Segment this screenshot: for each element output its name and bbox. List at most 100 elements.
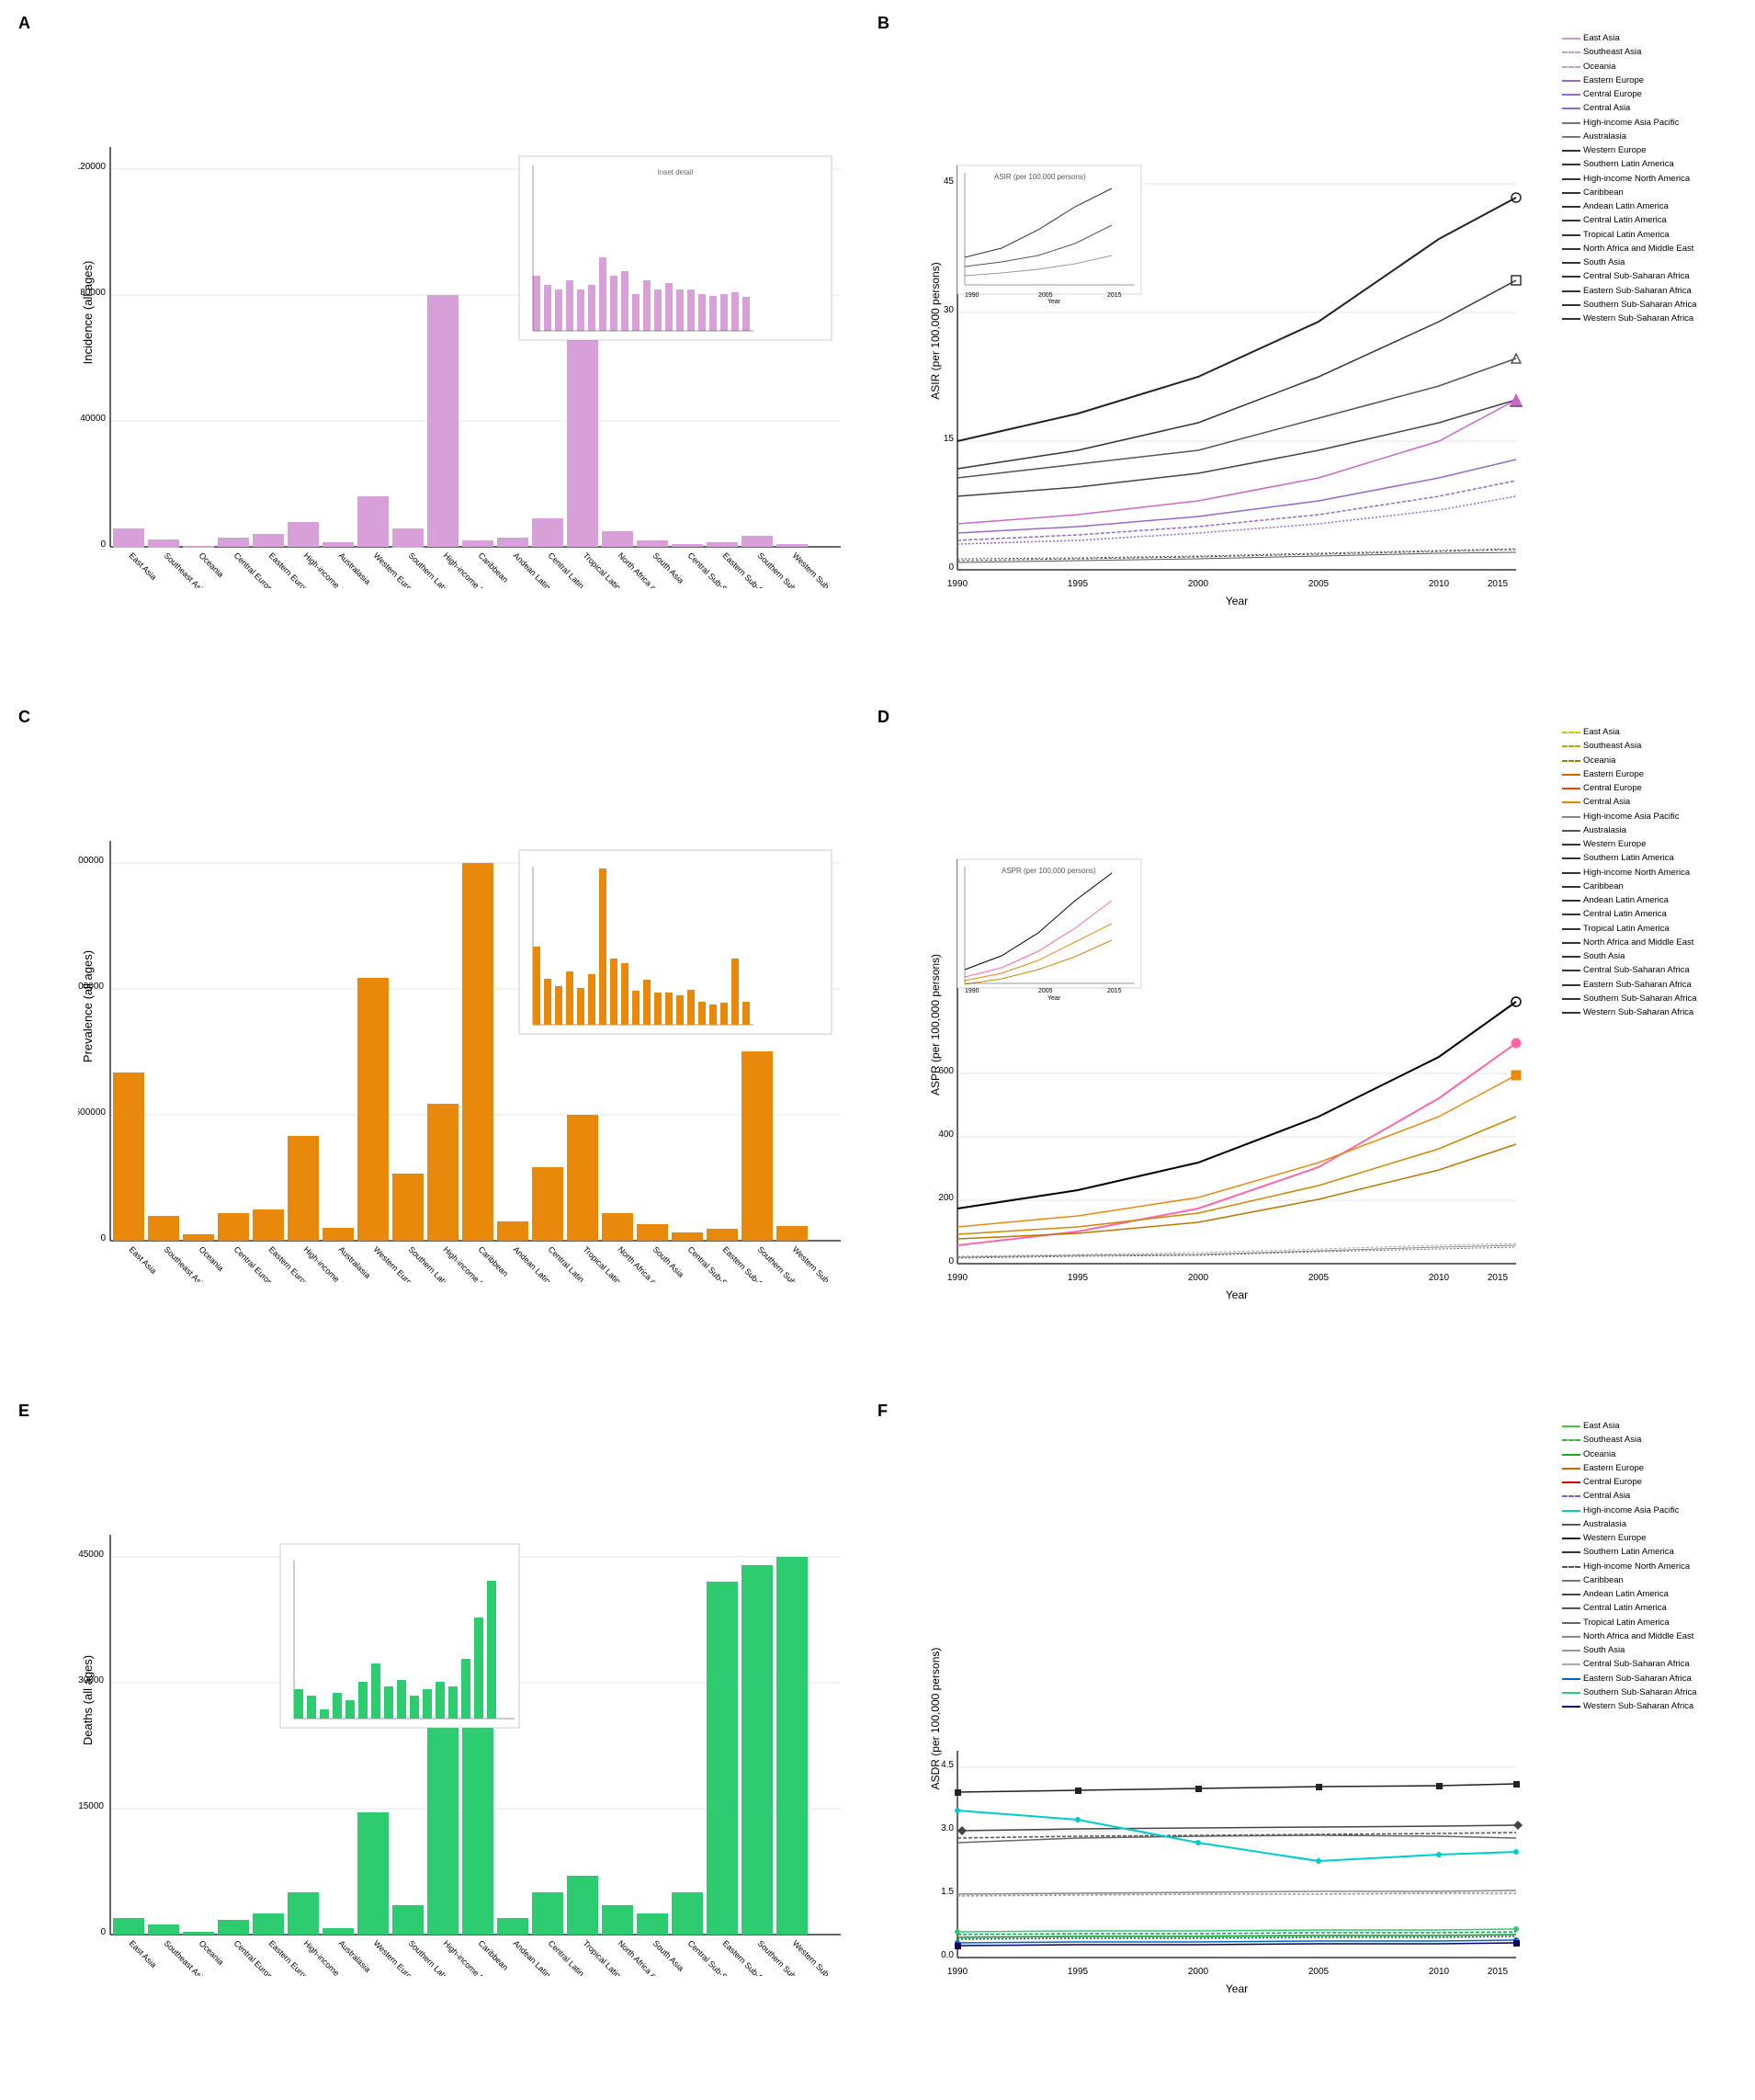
legend-f: East Asia Southeast Asia Oceania Eastern… — [1562, 1420, 1755, 1714]
bar-eastern-europe — [253, 534, 284, 547]
legend-item-east-asia: East Asia — [1562, 32, 1755, 45]
svg-text:15: 15 — [944, 434, 955, 444]
legend-d: East Asia Southeast Asia Oceania Eastern… — [1562, 726, 1755, 1020]
bar-south-asia — [637, 540, 668, 547]
svg-text:East Asia: East Asia — [128, 1938, 159, 1969]
panel-d: D ASPR (per 100,000 persons) 0 200 400 6… — [868, 703, 1755, 1397]
panel-b-label: B — [878, 14, 889, 33]
svg-text:30000: 30000 — [78, 1675, 104, 1686]
svg-text:Caribbean: Caribbean — [477, 551, 510, 584]
svg-text:Oceania: Oceania — [198, 551, 226, 579]
svg-text:Australasia: Australasia — [337, 551, 373, 586]
svg-text:Australasia: Australasia — [337, 1244, 373, 1280]
panel-c-chart: Prevalence (all ages) 0 600000 1200000 1… — [78, 731, 859, 1282]
svg-text:1800000: 1800000 — [78, 856, 104, 866]
bar-hina — [427, 295, 459, 547]
svg-text:Western Sub-Saharan Africa: Western Sub-Saharan Africa — [791, 1938, 859, 1976]
panel-e-label: E — [18, 1402, 29, 1421]
svg-text:0: 0 — [948, 562, 954, 573]
svg-text:1200000: 1200000 — [78, 982, 104, 992]
bar-oceania — [183, 546, 214, 548]
svg-text:2015: 2015 — [1488, 579, 1509, 589]
bar-sla — [392, 528, 424, 548]
figure-container: A Incidence (all ages) 0 40000 80000 120… — [0, 0, 1755, 2100]
svg-text:2000: 2000 — [1188, 1273, 1209, 1283]
panel-f: F ASDR (per 100,000 persons) 0.0 1.5 3.0… — [868, 1397, 1755, 2091]
bar-wssa — [776, 544, 808, 547]
svg-text:East Asia: East Asia — [128, 1244, 159, 1276]
y-axis-label-a: Incidence (all ages) — [81, 261, 95, 365]
svg-text:Year: Year — [1226, 595, 1248, 607]
svg-text:0: 0 — [100, 1927, 106, 1937]
svg-text:0: 0 — [948, 1256, 954, 1266]
svg-text:Australasia: Australasia — [337, 1938, 373, 1974]
bar-western-europe — [357, 496, 389, 547]
svg-text:2015: 2015 — [1488, 1967, 1509, 1977]
svg-text:2000: 2000 — [1188, 1967, 1209, 1977]
bar-cssa — [672, 544, 703, 547]
panel-c: C Prevalence (all ages) 0 600000 1200000… — [9, 703, 868, 1397]
bar-cla — [532, 518, 563, 547]
panel-f-chart: ASDR (per 100,000 persons) 0.0 1.5 3.0 4… — [928, 1425, 1553, 2013]
bar-essa — [707, 542, 738, 547]
svg-text:Caribbean: Caribbean — [477, 1244, 510, 1277]
panel-f-label: F — [878, 1402, 888, 1421]
svg-text:0: 0 — [100, 539, 106, 550]
svg-text:Year: Year — [1047, 299, 1061, 305]
svg-text:0.0: 0.0 — [941, 1950, 954, 1960]
svg-text:400: 400 — [938, 1129, 954, 1140]
svg-text:Western Sub-Saharan Africa: Western Sub-Saharan Africa — [791, 551, 859, 588]
bar-southeast-asia — [148, 539, 179, 548]
panel-a: A Incidence (all ages) 0 40000 80000 120… — [9, 9, 868, 703]
svg-text:ASDR (per 100,000 persons): ASDR (per 100,000 persons) — [929, 1648, 942, 1790]
bar-east-asia — [113, 528, 144, 548]
svg-text:Western Sub-Saharan Africa: Western Sub-Saharan Africa — [791, 1244, 859, 1282]
svg-text:30: 30 — [944, 305, 955, 315]
svg-text:2010: 2010 — [1429, 1273, 1450, 1283]
svg-text:2015: 2015 — [1107, 988, 1122, 994]
svg-text:2005: 2005 — [1308, 579, 1330, 589]
svg-text:600000: 600000 — [78, 1107, 106, 1118]
panel-e-chart: Deaths (all ages) 0 15000 30000 45000 — [78, 1425, 859, 1976]
bar-ala — [497, 538, 528, 547]
panel-a-label: A — [18, 14, 30, 33]
panel-c-label: C — [18, 708, 30, 727]
svg-text:2005: 2005 — [1038, 292, 1053, 299]
svg-text:Inset detail: Inset detail — [658, 168, 694, 176]
svg-text:200: 200 — [938, 1193, 954, 1203]
svg-text:2015: 2015 — [1488, 1273, 1509, 1283]
svg-text:0: 0 — [100, 1233, 106, 1243]
svg-text:South Asia: South Asia — [651, 1244, 685, 1278]
svg-text:ASIR (per 100,000 persons): ASIR (per 100,000 persons) — [929, 262, 942, 399]
svg-text:1995: 1995 — [1068, 1967, 1089, 1977]
svg-text:600: 600 — [938, 1066, 954, 1076]
svg-text:1995: 1995 — [1068, 1273, 1089, 1283]
svg-text:2000: 2000 — [1188, 579, 1209, 589]
svg-text:2010: 2010 — [1429, 1967, 1450, 1977]
svg-text:1990: 1990 — [947, 579, 968, 589]
svg-text:Caribbean: Caribbean — [477, 1938, 510, 1971]
bar-hiap — [288, 522, 319, 547]
svg-text:4.5: 4.5 — [941, 1760, 954, 1770]
svg-text:Oceania: Oceania — [198, 1938, 226, 1967]
svg-text:15000: 15000 — [78, 1801, 104, 1811]
bar-c-east-asia — [113, 1073, 144, 1241]
svg-text:80000: 80000 — [80, 288, 106, 298]
svg-text:2005: 2005 — [1038, 988, 1053, 994]
svg-text:45000: 45000 — [78, 1549, 104, 1560]
svg-text:1990: 1990 — [947, 1967, 968, 1977]
svg-text:3.0: 3.0 — [941, 1823, 954, 1833]
svg-text:South Asia: South Asia — [651, 551, 685, 585]
svg-text:45: 45 — [944, 176, 955, 187]
bar-australasia — [323, 542, 354, 547]
legend-b: East Asia Southeast Asia Oceania Eastern… — [1562, 32, 1755, 326]
svg-text:1990: 1990 — [965, 292, 979, 299]
svg-text:40000: 40000 — [80, 414, 106, 424]
svg-text:1995: 1995 — [1068, 579, 1089, 589]
bar-central-europe — [218, 538, 249, 547]
panel-d-chart: ASPR (per 100,000 persons) 0 200 400 600… — [928, 731, 1553, 1319]
svg-text:Year: Year — [1226, 1288, 1248, 1301]
svg-text:2005: 2005 — [1308, 1273, 1330, 1283]
svg-text:Deaths (all ages): Deaths (all ages) — [81, 1655, 95, 1745]
svg-text:East Asia: East Asia — [128, 551, 159, 582]
